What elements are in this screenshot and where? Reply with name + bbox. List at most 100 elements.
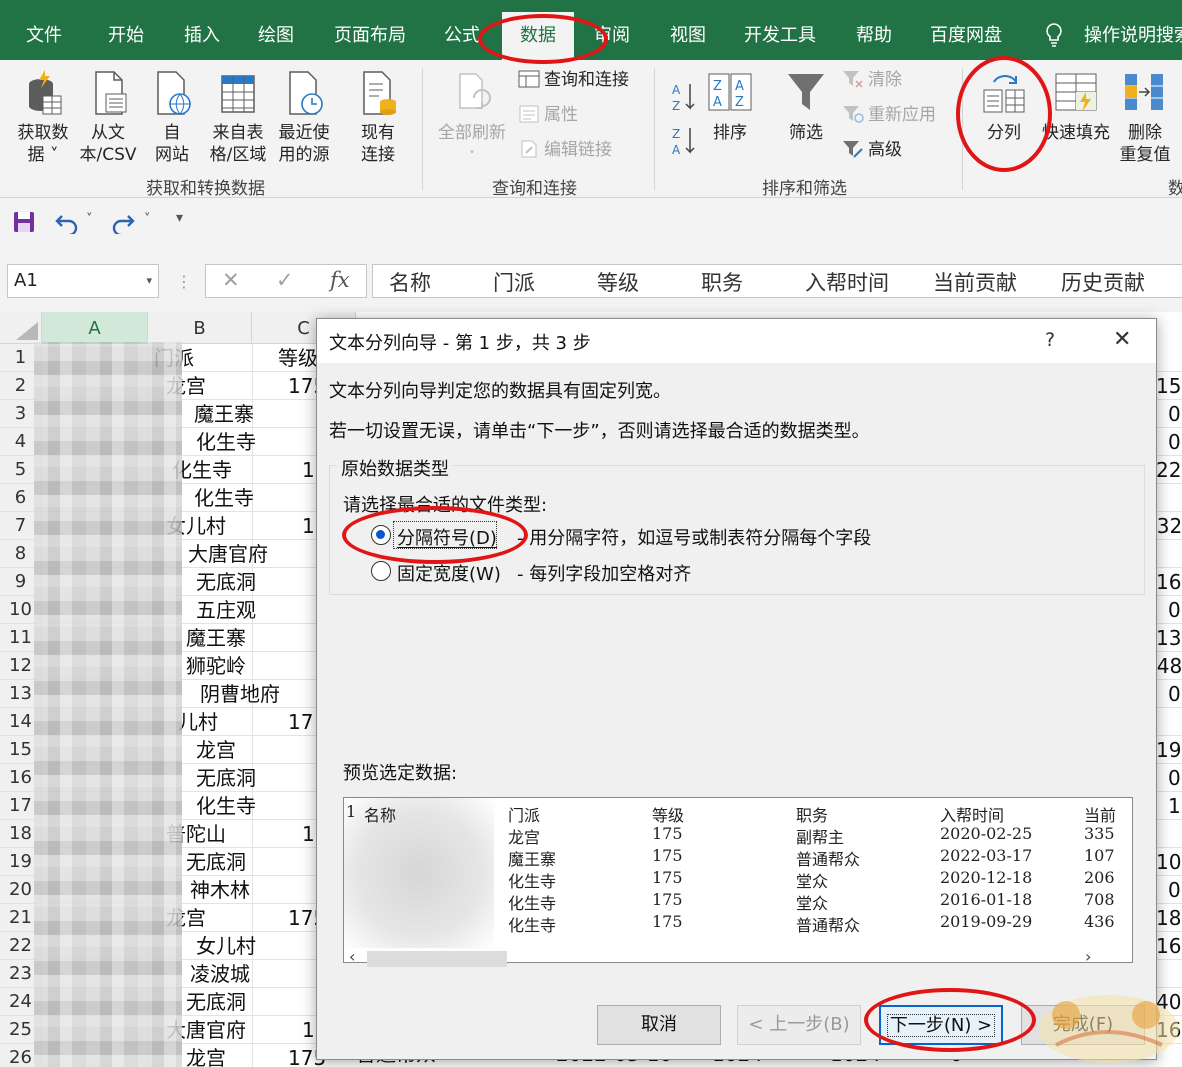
refresh-all-button[interactable]: 全部刷新 ˅ bbox=[434, 68, 510, 167]
preview-vertical-scrollbar[interactable]: ⌃ ⌄ bbox=[1132, 798, 1133, 963]
insert-function-icon[interactable]: fx bbox=[330, 268, 350, 292]
cell-c[interactable]: 1 bbox=[302, 512, 315, 540]
tab-home[interactable]: 开始 bbox=[108, 20, 144, 52]
cell-b[interactable]: 龙宫 bbox=[196, 736, 236, 764]
redo-icon[interactable] bbox=[110, 210, 136, 234]
tab-insert[interactable]: 插入 bbox=[184, 20, 220, 52]
name-box[interactable]: A1 ▾ bbox=[7, 264, 159, 298]
cell-right-edge[interactable]: 1 bbox=[1168, 792, 1181, 820]
cell-right-edge[interactable]: 0 bbox=[1168, 764, 1181, 792]
cell-right-edge[interactable]: 0 bbox=[1168, 680, 1181, 708]
name-box-dropdown-icon[interactable]: ▾ bbox=[146, 265, 152, 297]
advanced-filter-button[interactable]: 高级 bbox=[842, 138, 902, 162]
tab-file[interactable]: 文件 bbox=[26, 20, 62, 52]
sort-ascending-button[interactable]: AZ bbox=[672, 80, 696, 114]
cancel-button[interactable]: 取消 bbox=[597, 1005, 721, 1045]
cell-right-edge[interactable]: 0 bbox=[1168, 428, 1181, 456]
from-text-csv-button[interactable]: 从文 本/CSV bbox=[76, 68, 140, 166]
cell-b[interactable]: 阴曹地府 bbox=[200, 680, 280, 708]
help-button[interactable]: ? bbox=[1045, 329, 1055, 351]
cell-b[interactable]: 魔王寨 bbox=[194, 400, 254, 428]
cell-b[interactable]: 儿村 bbox=[178, 708, 218, 736]
cell-c[interactable]: 1 bbox=[302, 456, 315, 484]
cell-right-edge[interactable]: 22 bbox=[1156, 456, 1181, 484]
cell-b[interactable]: 龙宫 bbox=[186, 1044, 226, 1067]
select-all-corner[interactable] bbox=[0, 312, 42, 344]
cell-right-edge[interactable]: 19 bbox=[1156, 736, 1181, 764]
flash-fill-icon bbox=[1055, 73, 1097, 112]
customize-qat-button[interactable]: ▾ bbox=[176, 210, 183, 226]
cell-b[interactable]: 女儿村 bbox=[196, 932, 256, 960]
clear-filter-button[interactable]: 清除 bbox=[842, 68, 902, 92]
connection-file-icon bbox=[363, 71, 396, 115]
cell-b[interactable]: 化生寺 bbox=[196, 428, 256, 456]
scroll-right-icon[interactable]: › bbox=[1085, 947, 1091, 966]
tab-baidu-netdisk[interactable]: 百度网盘 bbox=[930, 20, 1002, 52]
fixed-width-label[interactable]: 固定宽度(W) bbox=[397, 560, 501, 586]
filter-button[interactable]: 筛选 bbox=[780, 68, 832, 144]
cell-c[interactable]: 等级 bbox=[278, 344, 318, 372]
tab-formulas[interactable]: 公式 bbox=[444, 20, 480, 52]
cell-right-edge[interactable]: 16 bbox=[1156, 932, 1181, 960]
cell-b[interactable]: 化生寺 bbox=[196, 792, 256, 820]
back-button[interactable]: < 上一步(B) bbox=[737, 1005, 861, 1045]
cell-right-edge[interactable]: 0 bbox=[1168, 400, 1181, 428]
preview-cell: 副帮主 bbox=[796, 828, 845, 847]
fixed-width-radio[interactable] bbox=[371, 561, 391, 581]
reapply-button[interactable]: 重新应用 bbox=[842, 103, 936, 127]
confirm-formula-icon[interactable]: ✓ bbox=[276, 268, 294, 292]
properties-button[interactable]: 属性 bbox=[518, 103, 578, 127]
from-web-button[interactable]: 自 网站 bbox=[146, 68, 198, 166]
cell-right-edge[interactable]: 0 bbox=[1168, 596, 1181, 624]
cancel-formula-icon[interactable]: ✕ bbox=[222, 268, 240, 292]
tab-developer[interactable]: 开发工具 bbox=[744, 20, 816, 52]
close-icon[interactable]: ✕ bbox=[1113, 327, 1131, 352]
cell-right-edge[interactable]: 0 bbox=[1168, 876, 1181, 904]
tab-help[interactable]: 帮助 bbox=[856, 20, 892, 52]
cell-right-edge[interactable]: 18 bbox=[1156, 904, 1181, 932]
tab-draw[interactable]: 绘图 bbox=[258, 20, 294, 52]
cell-b[interactable]: 大唐官府 bbox=[188, 540, 268, 568]
cell-b[interactable]: 神木林 bbox=[190, 876, 250, 904]
cell-b[interactable]: 无底洞 bbox=[186, 848, 246, 876]
edit-links-icon bbox=[521, 140, 537, 158]
column-header-b[interactable]: B bbox=[148, 312, 252, 344]
query-connections-button[interactable]: 查询和连接 bbox=[518, 68, 629, 92]
redo-dropdown[interactable]: ˅ bbox=[144, 212, 151, 227]
from-table-range-button[interactable]: 来自表 格/区域 bbox=[206, 68, 270, 166]
cell-b[interactable]: 无底洞 bbox=[196, 568, 256, 596]
recent-sources-button[interactable]: 最近使 用的源 bbox=[272, 68, 336, 166]
edit-links-button[interactable]: 编辑链接 bbox=[518, 138, 612, 162]
horizontal-scroll-thumb[interactable] bbox=[367, 951, 507, 967]
cell-right-edge[interactable]: 16 bbox=[1156, 568, 1181, 596]
remove-duplicates-button[interactable]: 删除 重复值 bbox=[1114, 68, 1176, 166]
scroll-left-icon[interactable]: ‹ bbox=[349, 947, 355, 966]
tab-page-layout[interactable]: 页面布局 bbox=[334, 20, 406, 52]
save-icon[interactable] bbox=[12, 210, 36, 234]
existing-connections-button[interactable]: 现有 连接 bbox=[350, 68, 406, 166]
cell-b[interactable]: 凌波城 bbox=[190, 960, 250, 988]
sort-descending-button[interactable]: ZA bbox=[672, 124, 696, 158]
cell-b[interactable]: 狮驼岭 bbox=[186, 652, 246, 680]
column-header-a[interactable]: A bbox=[42, 312, 148, 344]
cell-b[interactable]: 无底洞 bbox=[196, 764, 256, 792]
data-preview-box[interactable]: ⌃ ⌄ 1 名称 门派 等级 职务 入帮时间 当前龙宫 175 副帮主 2020-02-25 335… bbox=[343, 797, 1133, 963]
formula-input[interactable]: 名称 门派 等级 职务 入帮时间 当前贡献 历史贡献 bbox=[372, 264, 1182, 298]
cell-c[interactable]: 1 bbox=[302, 1016, 315, 1044]
undo-dropdown[interactable]: ˅ bbox=[86, 212, 93, 227]
cell-c[interactable]: 17 bbox=[288, 708, 313, 736]
cell-right-edge[interactable]: 10 bbox=[1156, 848, 1181, 876]
sort-button[interactable]: ZA AZ 排序 bbox=[704, 68, 756, 144]
cell-c[interactable]: 1 bbox=[302, 820, 315, 848]
preview-horizontal-scrollbar[interactable]: ‹ › bbox=[343, 947, 1133, 971]
cell-right-edge[interactable]: 15 bbox=[1156, 372, 1181, 400]
undo-icon[interactable] bbox=[54, 210, 80, 234]
cell-right-edge[interactable]: 13 bbox=[1156, 624, 1181, 652]
cell-b[interactable]: 化生寺 bbox=[194, 484, 254, 512]
tell-me-search[interactable]: 操作说明搜索 bbox=[1084, 20, 1182, 52]
cell-b[interactable]: 无底洞 bbox=[186, 988, 246, 1016]
cell-b[interactable]: 五庄观 bbox=[196, 596, 256, 624]
tab-view[interactable]: 视图 bbox=[670, 20, 706, 52]
cell-b[interactable]: 魔王寨 bbox=[186, 624, 246, 652]
get-data-button[interactable]: 获取数 据 ˅ bbox=[12, 68, 74, 166]
